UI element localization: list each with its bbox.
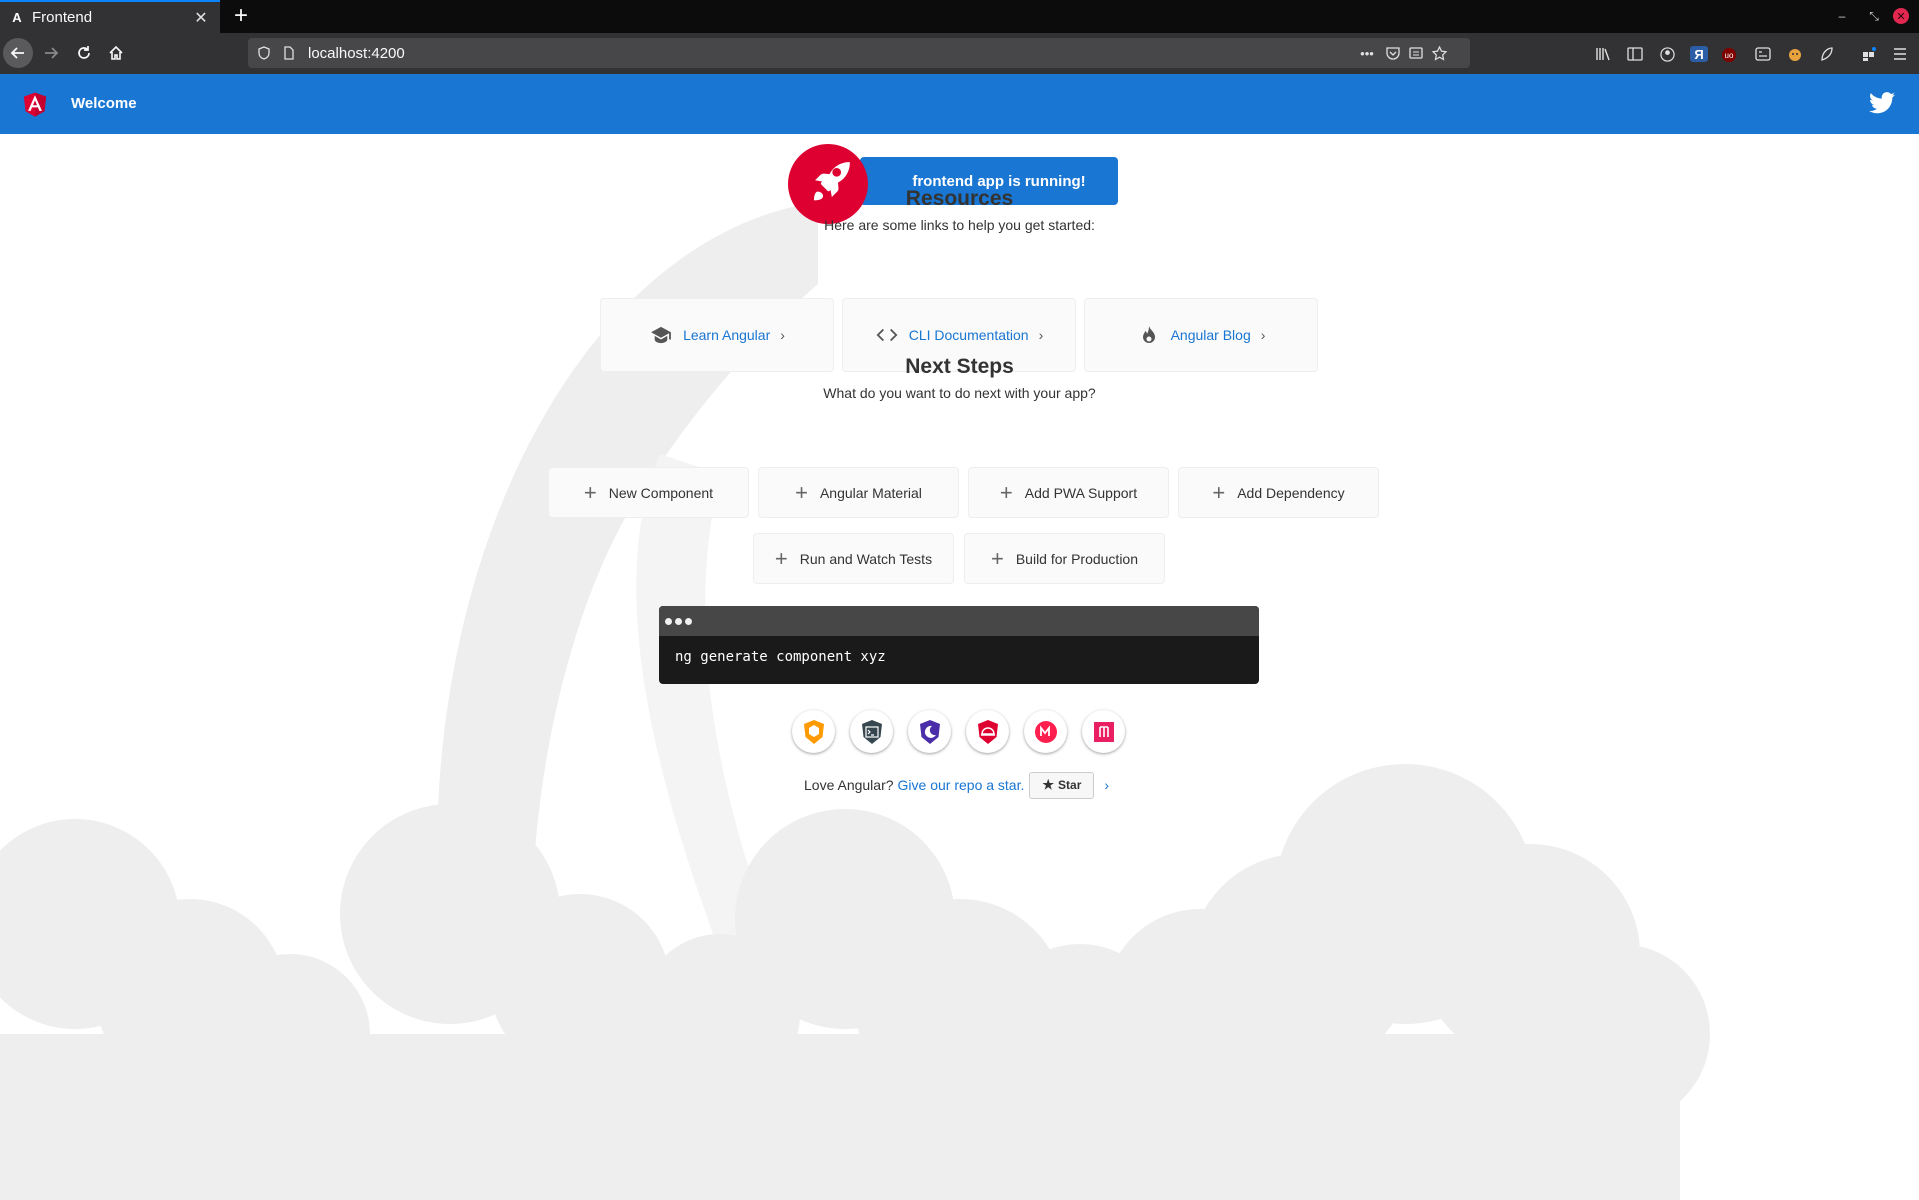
plus-icon: + <box>583 479 597 505</box>
bookmark-star-icon[interactable] <box>1431 45 1447 61</box>
yandex-extension-icon[interactable]: Я <box>1690 46 1708 62</box>
step-label: Add Dependency <box>1237 484 1345 501</box>
home-icon <box>109 45 123 60</box>
plus-icon: + <box>1212 479 1226 505</box>
shield-icon[interactable] <box>256 45 272 61</box>
step-label: Build for Production <box>1015 550 1139 567</box>
back-button[interactable] <box>3 38 33 68</box>
tab-close-icon[interactable]: ✕ <box>192 9 210 27</box>
angular-material-icon <box>1093 721 1114 742</box>
hamburger-menu-icon[interactable] <box>1891 46 1909 62</box>
star-label: Star <box>1058 778 1082 792</box>
extensions-puzzle-icon[interactable] <box>1860 46 1878 62</box>
give-star-link[interactable]: Give our repo a star. <box>898 777 1025 793</box>
terminal-command[interactable]: ng generate component xyz <box>659 636 1259 665</box>
run-and-watch-tests-button[interactable]: + Run and Watch Tests <box>753 533 954 584</box>
pocket-icon[interactable] <box>1385 45 1401 61</box>
ublock-icon[interactable]: uo <box>1722 48 1736 62</box>
library-icon[interactable] <box>1594 46 1612 62</box>
github-star-button[interactable]: ★ Star <box>1029 771 1095 799</box>
angular-blog-label: Angular Blog <box>1170 327 1251 343</box>
forward-button[interactable] <box>36 38 66 68</box>
minimize-window-button[interactable]: – <box>1830 5 1854 27</box>
reload-button[interactable] <box>69 38 99 68</box>
build-for-production-button[interactable]: + Build for Production <box>964 533 1165 584</box>
add-dependency-button[interactable]: + Add Dependency <box>1178 467 1379 518</box>
learn-angular-label: Learn Angular <box>683 327 771 343</box>
page-actions-icon[interactable]: ••• <box>1359 45 1375 61</box>
flame-icon <box>1137 324 1161 346</box>
graduation-cap-icon <box>649 324 673 346</box>
sidebar-icon[interactable] <box>1626 46 1644 62</box>
browser-tab[interactable]: A Frontend ✕ <box>0 0 220 33</box>
close-window-button[interactable]: ✕ <box>1893 8 1909 24</box>
chevron-right-icon: › <box>780 327 785 343</box>
star-icon: ★ <box>1042 777 1055 792</box>
chevron-right-icon[interactable]: › <box>1104 777 1109 793</box>
animations-link[interactable] <box>792 710 835 753</box>
plus-icon: + <box>999 479 1013 505</box>
reader-view-icon[interactable] <box>1408 45 1424 61</box>
code-icon <box>875 324 899 346</box>
love-angular-row: Love Angular? Give our repo a star. ★ St… <box>804 770 1109 800</box>
angular-material-link[interactable] <box>1082 710 1125 753</box>
chevron-right-icon: › <box>1038 327 1044 343</box>
step-label: Angular Material <box>819 484 922 501</box>
augury-icon <box>919 719 940 744</box>
address-bar[interactable]: localhost:4200 ••• <box>248 38 1470 68</box>
protractor-icon <box>977 719 998 744</box>
page-info-icon[interactable] <box>281 45 297 61</box>
angular-material-button[interactable]: + Angular Material <box>758 467 959 518</box>
restore-window-button[interactable]: ⤡ <box>1862 5 1886 27</box>
arrow-left-icon <box>10 47 24 59</box>
browser-navbar: localhost:4200 ••• Я uo <box>0 33 1919 74</box>
step-label: New Component <box>608 484 714 501</box>
add-pwa-support-button[interactable]: + Add PWA Support <box>968 467 1169 518</box>
arrow-right-icon <box>45 47 59 59</box>
nrwl-link[interactable] <box>1024 710 1067 753</box>
nrwl-icon <box>1034 720 1057 743</box>
twitter-icon[interactable] <box>1869 91 1895 115</box>
next-steps-subtitle: What do you want to do next with your ap… <box>823 385 1096 401</box>
fox-extension-icon[interactable] <box>1786 46 1804 62</box>
new-component-button[interactable]: + New Component <box>548 467 749 518</box>
new-tab-button[interactable]: + <box>228 2 254 29</box>
animations-icon <box>803 719 824 744</box>
resources-subtitle: Here are some links to help you get star… <box>824 217 1095 233</box>
plus-icon: + <box>774 545 788 571</box>
terminal-panel: ng generate component xyz <box>659 606 1259 684</box>
resources-title: Resources <box>905 187 1014 210</box>
terminal-dot <box>685 617 692 625</box>
tab-title: Frontend <box>32 9 93 26</box>
step-label: Run and Watch Tests <box>799 550 933 567</box>
chevron-right-icon: › <box>1260 327 1266 343</box>
reload-icon <box>78 46 90 59</box>
browser-tab-strip: A Frontend ✕ + – ⤡ ✕ <box>0 0 1919 33</box>
terminal-dot <box>665 617 672 625</box>
screenshot-icon[interactable] <box>1754 46 1772 62</box>
leaf-extension-icon[interactable] <box>1818 46 1836 62</box>
terminal-titlebar <box>659 606 1259 636</box>
angular-logo-icon <box>23 92 47 117</box>
angular-favicon-icon: A <box>12 10 22 25</box>
next-steps-title: Next Steps <box>905 355 1014 378</box>
main-content: frontend app is running! Resources Here … <box>0 134 1919 1200</box>
step-label: Add PWA Support <box>1024 484 1138 501</box>
love-angular-text: Love Angular? <box>804 777 894 793</box>
augury-link[interactable] <box>908 710 951 753</box>
cli-documentation-label: CLI Documentation <box>908 327 1029 343</box>
terminal-dot <box>675 617 682 625</box>
welcome-title: Welcome <box>71 95 137 112</box>
home-button[interactable] <box>101 38 131 68</box>
plus-icon: + <box>990 545 1004 571</box>
rocket-badge <box>788 144 868 224</box>
app-toolbar: Welcome <box>0 74 1919 134</box>
protractor-link[interactable] <box>966 710 1009 753</box>
plus-icon: + <box>795 479 808 505</box>
url-text[interactable]: localhost:4200 <box>308 45 405 62</box>
cli-link[interactable] <box>850 710 893 753</box>
account-icon[interactable] <box>1658 46 1676 62</box>
cli-icon <box>861 719 882 744</box>
